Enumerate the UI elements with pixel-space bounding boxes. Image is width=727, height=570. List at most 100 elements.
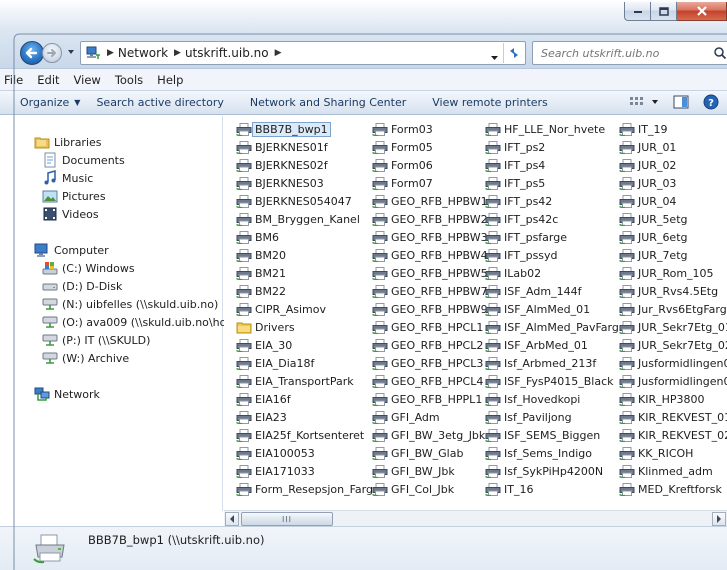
scroll-right-button[interactable]	[712, 512, 726, 526]
printer-item[interactable]: ILab02	[473, 264, 626, 282]
nav-documents[interactable]: Documents	[42, 152, 125, 168]
printer-item[interactable]: JUR_Rom_105	[607, 264, 727, 282]
close-button[interactable]	[677, 2, 727, 21]
menu-view[interactable]: View	[67, 73, 108, 87]
printer-item[interactable]: JUR_01	[607, 138, 727, 156]
printer-item[interactable]: Isf_Arbmed_213f	[473, 354, 626, 372]
folder-item[interactable]: Drivers	[224, 318, 380, 336]
printer-item[interactable]: KK_RICOH	[607, 444, 727, 462]
nav-pictures[interactable]: Pictures	[42, 188, 106, 204]
printer-item[interactable]: GEO_RFB_HPPL1	[360, 390, 488, 408]
printer-item[interactable]: IT_16	[473, 480, 626, 498]
printer-item[interactable]: BJERKNES02f	[224, 156, 380, 174]
printer-item[interactable]: EIA_30	[224, 336, 380, 354]
printer-item[interactable]: GEO_RFB_HPBW9	[360, 300, 488, 318]
printer-item[interactable]: EIA100053	[224, 444, 380, 462]
printer-item[interactable]: CIPR_Asimov	[224, 300, 380, 318]
nav-drive-n[interactable]: (N:) uibfelles (\\skuld.uib.no)	[42, 296, 218, 312]
printer-item[interactable]: JUR_Rvs4.5Etg	[607, 282, 727, 300]
nav-computer[interactable]: Computer	[34, 242, 109, 258]
printer-item[interactable]: IFT_pssyd	[473, 246, 626, 264]
minimize-button[interactable]	[624, 2, 651, 21]
breadcrumb-network[interactable]: Network	[118, 46, 168, 60]
printer-item[interactable]: ISF_ArbMed_01	[473, 336, 626, 354]
breadcrumb-separator[interactable]: ▶	[107, 48, 114, 58]
printer-item[interactable]: KIR_REKVEST_01	[607, 408, 727, 426]
scroll-left-button[interactable]	[225, 512, 239, 526]
printer-item[interactable]: IFT_ps2	[473, 138, 626, 156]
printer-item[interactable]: JUR_6etg	[607, 228, 727, 246]
menu-tools[interactable]: Tools	[108, 73, 150, 87]
printer-item[interactable]: BJERKNES03	[224, 174, 380, 192]
printer-item[interactable]: EIA23	[224, 408, 380, 426]
printer-item[interactable]: Form05	[360, 138, 488, 156]
nav-drive-w[interactable]: (W:) Archive	[42, 350, 129, 366]
printer-item[interactable]: GEO_RFB_HPCL4	[360, 372, 488, 390]
printer-item[interactable]: Klinmed_adm	[607, 462, 727, 480]
printer-item[interactable]: GEO_RFB_HPCL3	[360, 354, 488, 372]
printer-item[interactable]: BM20	[224, 246, 380, 264]
search-input[interactable]	[541, 46, 711, 60]
printer-item[interactable]: GFI_BW_Glab	[360, 444, 488, 462]
printer-item[interactable]: EIA_Dia18f	[224, 354, 380, 372]
search-box[interactable]	[532, 41, 727, 65]
printer-item[interactable]: Form07	[360, 174, 488, 192]
printer-item[interactable]: EIA25f_Kortsenteret	[224, 426, 380, 444]
nav-music[interactable]: Music	[42, 170, 93, 186]
address-dropdown[interactable]	[490, 51, 499, 64]
breadcrumb-server[interactable]: utskrift.uib.no	[185, 46, 269, 60]
search-icon[interactable]	[713, 46, 727, 60]
printer-item[interactable]: JUR_Sekr7Etg_01	[607, 318, 727, 336]
help-icon[interactable]: ?	[703, 94, 719, 110]
scrollbar-thumb[interactable]: III	[241, 512, 333, 526]
printer-item[interactable]: Isf_Sems_Indigo	[473, 444, 626, 462]
printer-item[interactable]: Isf_SykPiHp4200N	[473, 462, 626, 480]
change-view-button[interactable]	[629, 95, 659, 109]
back-button[interactable]	[20, 41, 44, 65]
organize-button[interactable]: Organize ▼	[0, 96, 88, 109]
printer-item[interactable]: JUR_Sekr7Etg_02	[607, 336, 727, 354]
nav-libraries[interactable]: Libraries	[34, 134, 102, 150]
printer-item[interactable]: GEO_RFB_HPCL1	[360, 318, 488, 336]
printer-item[interactable]: ISF_FysP4015_Black	[473, 372, 626, 390]
printer-item[interactable]: EIA171033	[224, 462, 380, 480]
nav-drive-o[interactable]: (O:) ava009 (\\skuld.uib.no\home)	[42, 314, 248, 330]
printer-item[interactable]: Form03	[360, 120, 488, 138]
forward-button[interactable]	[42, 43, 62, 63]
printer-item[interactable]: GFI_Adm	[360, 408, 488, 426]
network-sharing-center-button[interactable]: Network and Sharing Center	[232, 96, 414, 109]
printer-item[interactable]: KIR_REKVEST_02	[607, 426, 727, 444]
printer-item[interactable]: IFT_ps42	[473, 192, 626, 210]
breadcrumb-separator[interactable]: ▶	[275, 48, 282, 58]
printer-item[interactable]: HF_LLE_Nor_hvete	[473, 120, 626, 138]
nav-videos[interactable]: Videos	[42, 206, 99, 222]
printer-item[interactable]: JUR_04	[607, 192, 727, 210]
printer-item[interactable]: Jur_Rvs6EtgFarge	[607, 300, 727, 318]
maximize-button[interactable]	[651, 2, 677, 21]
printer-item[interactable]: Isf_Hovedkopi	[473, 390, 626, 408]
printer-item[interactable]: IFT_ps4	[473, 156, 626, 174]
printer-item[interactable]: BM_Bryggen_Kanel	[224, 210, 380, 228]
printer-item[interactable]: EIA16f	[224, 390, 380, 408]
printer-item[interactable]: EIA_TransportPark	[224, 372, 380, 390]
printer-item[interactable]: GEO_RFB_HPBW1	[360, 192, 488, 210]
printer-item[interactable]: IT_19	[607, 120, 727, 138]
preview-pane-icon[interactable]	[673, 95, 689, 109]
menu-help[interactable]: Help	[150, 73, 190, 87]
recent-pages-dropdown[interactable]	[66, 47, 76, 57]
printer-item[interactable]: GFI_BW_3etg_Jbk	[360, 426, 488, 444]
printer-item[interactable]: JUR_03	[607, 174, 727, 192]
printer-item[interactable]: JUR_7etg	[607, 246, 727, 264]
view-remote-printers-button[interactable]: View remote printers	[414, 96, 556, 109]
printer-item[interactable]: GFI_Col_Jbk	[360, 480, 488, 498]
printer-item[interactable]: JUR_02	[607, 156, 727, 174]
printer-item[interactable]: BJERKNES01f	[224, 138, 380, 156]
printer-item[interactable]: ISF_AlmMed_01	[473, 300, 626, 318]
printer-item[interactable]: BM22	[224, 282, 380, 300]
printer-item[interactable]: ISF_AlmMed_PavFarge	[473, 318, 626, 336]
address-bar[interactable]: ▶ Network ▶ utskrift.uib.no ▶	[80, 41, 526, 65]
printer-item[interactable]: Jusformidlingen03	[607, 372, 727, 390]
printer-item[interactable]: Form_Resepsjon_Farge	[224, 480, 380, 498]
printer-item[interactable]: GEO_RFB_HPCL2	[360, 336, 488, 354]
printer-item[interactable]: ISF_Adm_144f	[473, 282, 626, 300]
